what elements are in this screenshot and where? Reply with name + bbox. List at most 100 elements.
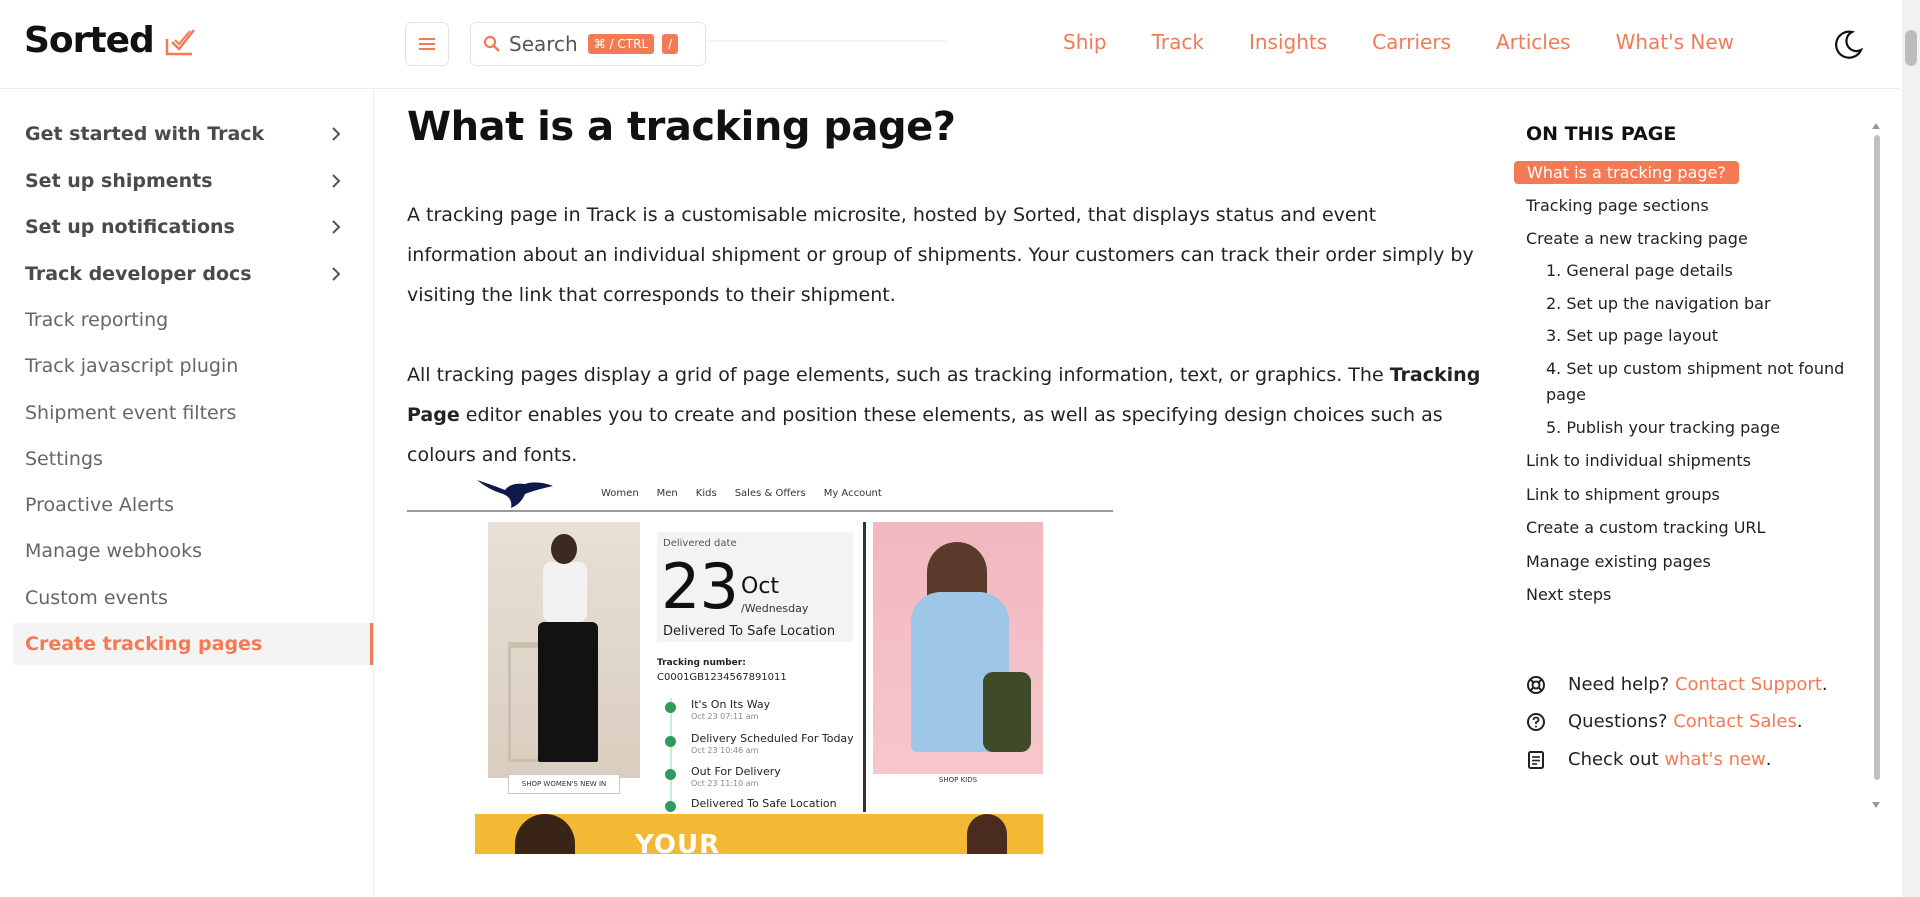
help-prefix: Check out — [1568, 749, 1659, 770]
nav-whats-new[interactable]: What's New — [1616, 30, 1734, 54]
whats-new-link[interactable]: what's new — [1664, 749, 1765, 770]
event-time: Oct 23 10:46 am — [691, 746, 759, 755]
toc-scroll-down-arrow[interactable] — [1872, 802, 1880, 808]
paragraph-text: All tracking pages display a grid of pag… — [407, 364, 1390, 386]
toc-item-create-new[interactable]: Create a new tracking page — [1526, 229, 1748, 248]
toc-item-publish[interactable]: 5. Publish your tracking page — [1546, 418, 1780, 437]
shortcut-badge: ⌘ / CTRL — [587, 34, 655, 54]
shop-women-button: SHOP WOMEN'S NEW IN — [508, 774, 620, 794]
mock-divider — [863, 522, 866, 812]
toc-item-general-details[interactable]: 1. General page details — [1546, 261, 1733, 280]
contact-support-link[interactable]: Contact Support — [1675, 674, 1822, 695]
sidebar-item-label: Track javascript plugin — [25, 355, 239, 377]
mock-nav-link: Sales & Offers — [734, 488, 806, 499]
logo-text: Sorted — [24, 20, 155, 61]
event-title: Delivery Scheduled For Today — [691, 732, 854, 745]
page-scrollbar-thumb[interactable] — [1905, 30, 1917, 66]
sidebar-item-label: Create tracking pages — [25, 633, 263, 655]
sidebar-item-label: Set up notifications — [25, 216, 235, 238]
help-whats-new-row: Check out what's new. — [1526, 749, 1772, 770]
sidebar-item-label: Proactive Alerts — [25, 494, 175, 516]
promo-banner: YOUR — [475, 814, 1043, 854]
toc-item-custom-url[interactable]: Create a custom tracking URL — [1526, 518, 1765, 537]
event-title: Delivered To Safe Location — [691, 797, 837, 810]
banner-person-right — [967, 814, 1007, 854]
toc-item-page-layout[interactable]: 3. Set up page layout — [1546, 326, 1718, 345]
delivered-date-label: Delivered date — [663, 538, 737, 549]
tracking-card: Delivered date 23 Oct /Wednesday Deliver… — [657, 522, 854, 822]
sidebar-item-label: Custom events — [25, 587, 168, 609]
delivered-weekday: /Wednesday — [741, 602, 809, 615]
sidebar-item-settings[interactable]: Settings — [13, 438, 373, 480]
sidebar-item-proactive-alerts[interactable]: Proactive Alerts — [13, 484, 373, 526]
mock-nav-link: Women — [601, 488, 639, 499]
toc-item-shipment-groups[interactable]: Link to shipment groups — [1526, 485, 1720, 504]
check-dot-icon — [665, 736, 676, 747]
delivered-month: Oct — [741, 574, 780, 599]
toc-item-sections[interactable]: Tracking page sections — [1526, 196, 1709, 215]
toc-item-manage-existing[interactable]: Manage existing pages — [1526, 552, 1711, 571]
sidebar: Get started with Track Set up shipments … — [0, 90, 374, 897]
sidebar-item-label: Shipment event filters — [25, 402, 237, 424]
nav-articles[interactable]: Articles — [1496, 30, 1571, 54]
nav-carriers[interactable]: Carriers — [1372, 30, 1451, 54]
toc-item-not-found-cont[interactable]: page — [1546, 385, 1586, 404]
sidebar-item-create-tracking-pages[interactable]: Create tracking pages — [13, 623, 373, 665]
sidebar-item-track-developer-docs[interactable]: Track developer docs — [13, 253, 373, 295]
sidebar-item-label: Settings — [25, 448, 103, 470]
editor-paragraph: All tracking pages display a grid of pag… — [407, 355, 1482, 475]
timeline-line — [670, 698, 672, 810]
figure-legs — [538, 622, 598, 762]
sidebar-item-label: Manage webhooks — [25, 540, 202, 562]
check-dot-icon — [665, 801, 676, 812]
slash-badge: / — [662, 34, 679, 54]
toc-item-not-found[interactable]: 4. Set up custom shipment not found — [1546, 359, 1844, 378]
shop-kids-label: SHOP KIDS — [938, 776, 978, 784]
figure-backpack — [983, 672, 1031, 752]
event-title: It's On Its Way — [691, 698, 771, 711]
nav-track[interactable]: Track — [1152, 30, 1204, 54]
help-prefix: Questions? — [1568, 711, 1668, 732]
question-circle-icon — [1527, 712, 1545, 731]
nav-ship[interactable]: Ship — [1063, 30, 1107, 54]
toc-item-navigation-bar[interactable]: 2. Set up the navigation bar — [1546, 294, 1771, 313]
search-label: Search — [509, 32, 578, 56]
sidebar-item-manage-webhooks[interactable]: Manage webhooks — [13, 530, 373, 572]
sidebar-item-track-reporting[interactable]: Track reporting — [13, 299, 373, 341]
figure-torso — [543, 562, 587, 622]
sidebar-item-custom-events[interactable]: Custom events — [13, 577, 373, 619]
sidebar-item-label: Track developer docs — [25, 263, 252, 285]
lifebuoy-icon — [1527, 675, 1545, 694]
sorted-logo[interactable]: Sorted — [24, 20, 196, 61]
sidebar-item-set-up-notifications[interactable]: Set up notifications — [13, 206, 373, 248]
top-header: Sorted Search ⌘ / CTRL / Ship Track Insi… — [0, 0, 1900, 89]
sidebar-item-track-javascript-plugin[interactable]: Track javascript plugin — [13, 345, 373, 387]
sidebar-item-shipment-event-filters[interactable]: Shipment event filters — [13, 392, 373, 434]
menu-button[interactable] — [405, 22, 449, 66]
help-suffix: . — [1765, 749, 1772, 770]
toc-scrollbar-thumb[interactable] — [1874, 135, 1880, 780]
hamburger-icon — [419, 38, 435, 50]
sidebar-item-set-up-shipments[interactable]: Set up shipments — [13, 160, 373, 202]
top-nav: Ship Track Insights Carriers Articles Wh… — [1063, 30, 1779, 54]
paragraph-text: editor enables you to create and positio… — [407, 404, 1443, 466]
tracking-number-value: C0001GB1234567891011 — [657, 672, 787, 683]
help-suffix: . — [1821, 674, 1828, 695]
nav-insights[interactable]: Insights — [1249, 30, 1327, 54]
sidebar-item-get-started[interactable]: Get started with Track — [13, 113, 373, 155]
check-dot-icon — [665, 769, 676, 780]
theme-toggle-button[interactable] — [1831, 28, 1865, 62]
toc-item-individual-shipments[interactable]: Link to individual shipments — [1526, 451, 1751, 470]
bird-logo-icon — [477, 480, 553, 508]
toc-item-what-is[interactable]: What is a tracking page? — [1514, 161, 1739, 184]
toc-scroll-up-arrow[interactable] — [1872, 123, 1880, 129]
toc-item-next-steps[interactable]: Next steps — [1526, 585, 1611, 604]
delivered-date-box: Delivered date 23 Oct /Wednesday Deliver… — [657, 532, 853, 642]
sidebar-item-label: Set up shipments — [25, 170, 213, 192]
figure-head — [551, 534, 577, 564]
page-scrollbar[interactable] — [1902, 0, 1920, 897]
search-button[interactable]: Search ⌘ / CTRL / — [470, 22, 706, 66]
tracking-number-label: Tracking number: — [657, 658, 746, 668]
delivered-day-number: 23 — [661, 550, 739, 623]
contact-sales-link[interactable]: Contact Sales — [1673, 711, 1797, 732]
